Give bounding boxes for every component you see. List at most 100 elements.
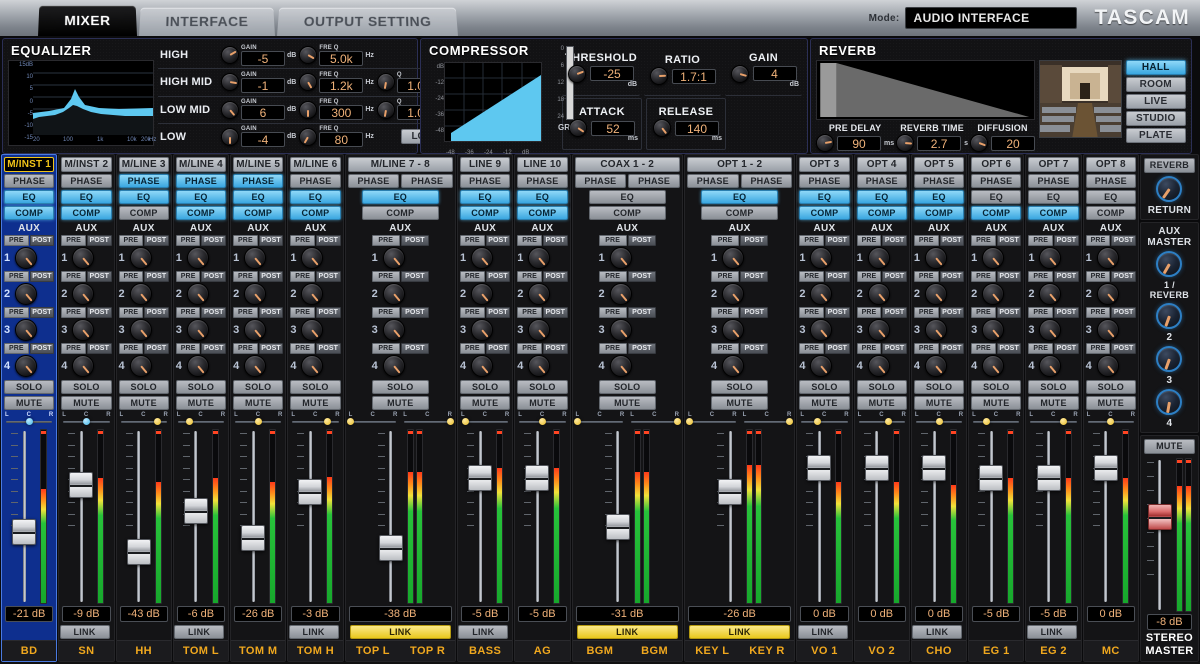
eq-button[interactable]: EQ (857, 190, 907, 204)
rotary-knob[interactable] (301, 247, 323, 269)
aux-pre-button[interactable]: PRE (176, 307, 201, 318)
aux-post-button[interactable]: POST (1054, 343, 1079, 354)
pan-indicator[interactable] (786, 418, 793, 425)
aux-pre-button[interactable]: PRE (517, 235, 542, 246)
comp-button[interactable]: COMP (1086, 206, 1136, 220)
pan-control[interactable]: LCR (1026, 410, 1080, 425)
rotary-knob[interactable] (187, 283, 209, 305)
aux-pre-button[interactable]: PRE (290, 235, 315, 246)
phase-button[interactable]: PHASE (1086, 174, 1136, 188)
pan-control[interactable]: LCR (174, 410, 228, 425)
solo-button[interactable]: SOLO (971, 380, 1021, 394)
channel-name[interactable]: EG 1 (969, 640, 1023, 661)
channel-name[interactable]: AG (515, 640, 569, 661)
phase-button[interactable]: PHASE (628, 174, 680, 188)
link-button[interactable]: LINK (1027, 625, 1077, 639)
aux-post-button[interactable]: POST (997, 343, 1022, 354)
pan-indicator[interactable] (885, 418, 892, 425)
eq-button[interactable]: EQ (362, 190, 439, 204)
fader-handle[interactable] (69, 472, 93, 498)
aux-master-knob-2[interactable] (1156, 303, 1182, 329)
phase-button[interactable]: PHASE (176, 174, 226, 188)
rotary-knob[interactable] (187, 247, 209, 269)
comp-param-value[interactable]: -25 (590, 66, 634, 81)
comp-button[interactable]: COMP (4, 206, 54, 220)
phase-button[interactable]: PHASE (4, 174, 54, 188)
rotary-knob[interactable] (221, 73, 239, 91)
fader-db-value[interactable]: -5 dB (972, 606, 1020, 622)
rotary-knob[interactable] (15, 319, 37, 341)
rotary-knob[interactable] (1097, 247, 1119, 269)
pan-control[interactable]: LCR (458, 410, 512, 425)
aux-pre-button[interactable]: PRE (460, 271, 485, 282)
fader-db-value[interactable]: -21 dB (5, 606, 53, 622)
channel-input-label[interactable]: OPT 8 (1086, 157, 1136, 172)
aux-post-button[interactable]: POST (486, 343, 511, 354)
fader-handle[interactable] (127, 539, 151, 565)
channel-input-label[interactable]: OPT 6 (971, 157, 1021, 172)
aux-post-button[interactable]: POST (1111, 343, 1136, 354)
aux-pre-button[interactable]: PRE (233, 271, 258, 282)
pan-indicator[interactable] (462, 418, 469, 425)
rotary-knob[interactable] (15, 355, 37, 377)
aux-post-button[interactable]: POST (201, 343, 226, 354)
volume-fader[interactable] (717, 429, 743, 604)
fader-handle[interactable] (606, 514, 630, 540)
rotary-knob[interactable] (383, 247, 405, 269)
pan-track[interactable] (120, 418, 168, 425)
mute-button[interactable]: MUTE (711, 396, 768, 410)
pan-indicator[interactable] (686, 418, 693, 425)
volume-fader[interactable] (524, 429, 550, 604)
aux-pre-button[interactable]: PRE (799, 307, 824, 318)
aux-pre-button[interactable]: PRE (61, 271, 86, 282)
comp-button[interactable]: COMP (460, 206, 510, 220)
channel-input-label[interactable]: OPT 4 (857, 157, 907, 172)
pan-control[interactable]: LCR (346, 410, 401, 425)
pan-track[interactable] (461, 418, 509, 425)
phase-button[interactable]: PHASE (971, 174, 1021, 188)
eq-button[interactable]: EQ (1028, 190, 1078, 204)
master-mute-button[interactable]: MUTE (1144, 439, 1195, 454)
rotary-knob[interactable] (383, 283, 405, 305)
fader-handle[interactable] (1094, 455, 1118, 481)
comp-button[interactable]: COMP (362, 206, 439, 220)
aux-post-button[interactable]: POST (825, 343, 850, 354)
comp-button[interactable]: COMP (517, 206, 567, 220)
rotary-knob[interactable] (299, 128, 317, 146)
reverb-return-knob[interactable] (1156, 176, 1182, 202)
phase-button[interactable]: PHASE (914, 174, 964, 188)
comp-button[interactable]: COMP (176, 206, 226, 220)
rotary-knob[interactable] (810, 319, 832, 341)
rotary-knob[interactable] (982, 355, 1004, 377)
aux-post-button[interactable]: POST (144, 307, 169, 318)
rotary-knob[interactable] (301, 355, 323, 377)
pan-track[interactable] (5, 418, 53, 425)
pan-indicator[interactable] (814, 418, 821, 425)
rotary-knob[interactable] (1039, 247, 1061, 269)
eq-button[interactable]: EQ (517, 190, 567, 204)
aux-pre-button[interactable]: PRE (599, 343, 627, 354)
aux-pre-button[interactable]: PRE (1028, 307, 1053, 318)
aux-pre-button[interactable]: PRE (233, 307, 258, 318)
fader-db-value[interactable]: -5 dB (461, 606, 509, 622)
pan-indicator[interactable] (447, 418, 454, 425)
pan-track[interactable] (234, 418, 282, 425)
pan-indicator[interactable] (1060, 418, 1067, 425)
channel-strip-cho[interactable]: OPT 5PHASEEQCOMPAUXPREPOST1PREPOST2PREPO… (911, 154, 967, 662)
link-button[interactable]: LINK (577, 625, 678, 639)
pan-indicator[interactable] (154, 418, 161, 425)
mute-button[interactable]: MUTE (176, 396, 226, 410)
eq-button[interactable]: EQ (460, 190, 510, 204)
rotary-knob[interactable] (301, 319, 323, 341)
volume-fader[interactable] (11, 429, 37, 604)
pan-track[interactable] (403, 418, 452, 425)
solo-button[interactable]: SOLO (460, 380, 510, 394)
aux-pre-button[interactable]: PRE (372, 235, 400, 246)
rotary-knob[interactable] (1039, 355, 1061, 377)
aux-post-button[interactable]: POST (486, 307, 511, 318)
reverb-type-plate[interactable]: PLATE (1126, 128, 1186, 143)
mute-button[interactable]: MUTE (61, 396, 111, 410)
comp-param-value[interactable]: 1.7:1 (672, 69, 716, 84)
reverb-type-live[interactable]: LIVE (1126, 94, 1186, 109)
rotary-knob[interactable] (377, 101, 395, 119)
